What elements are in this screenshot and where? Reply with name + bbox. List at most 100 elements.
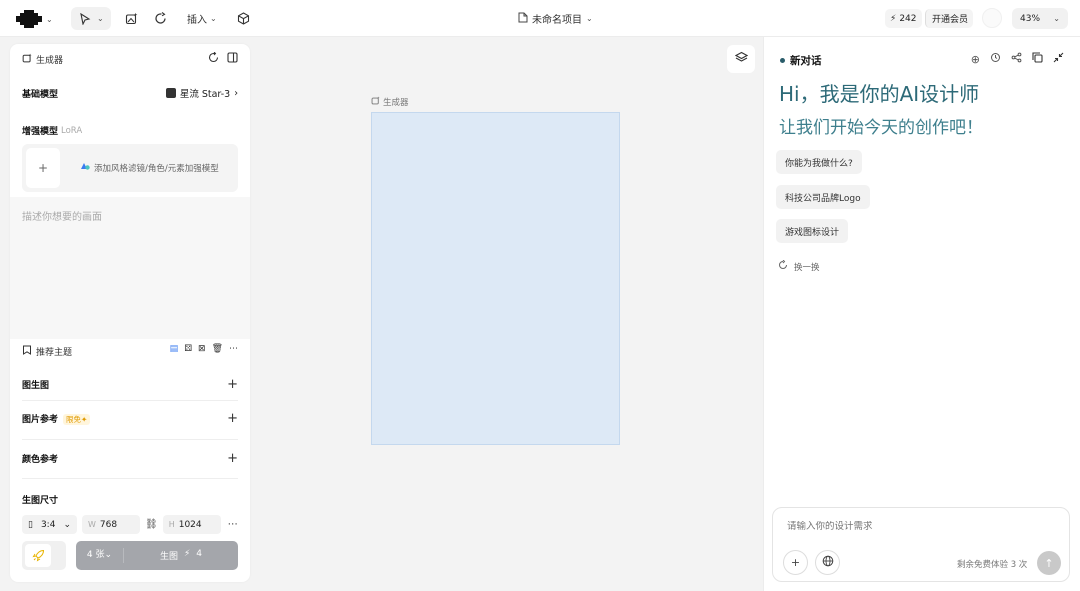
prompt-placeholder: 描述你想要的画面 [22,212,102,223]
collapse-panel-icon[interactable] [227,52,238,66]
divider [22,439,238,440]
prompt-input[interactable]: 描述你想要的画面 [10,197,250,339]
chevron-down-icon: ⌄ [586,14,593,23]
app-logo-menu[interactable]: ⌄ [16,9,53,29]
panel-title: 生成器 [22,53,63,66]
vip-label: 开通会员 [932,15,969,25]
width-label: W [88,520,96,529]
size-controls: ▯ 3:4 ⌄ W 768 ⛓ H 1024 ⋯ [22,515,238,534]
layers-button[interactable] [727,45,755,73]
prompt-tools: ▤ ⚄ ⊠ 🗑 ⋯ [170,344,238,354]
lora-add-text: 添加风格滤镜/角色/元素加强模型 [80,161,219,174]
plus-icon[interactable]: + [227,411,238,426]
theme-label: 推荐主题 [36,348,73,358]
project-title: 未命名项目 [532,15,582,26]
suggestion-chip[interactable]: 游戏图标设计 [776,219,849,243]
chevron-down-icon: ⌄ [46,14,53,24]
greeting-subtitle: 让我们开始今天的创作吧！ [779,118,983,138]
enhance-model-label-row: 增强模型 LoRA [22,124,83,138]
image-count-select[interactable]: 4 张⌄ [76,548,124,563]
frame-label: 生成器 [371,96,409,108]
3d-tool-button[interactable] [235,10,251,26]
panel-actions [208,51,238,66]
suggestion-chip[interactable]: 你能为我做什么? [776,150,862,174]
plus-icon[interactable]: + [227,451,238,466]
ratio-value: 3:4 [40,519,56,530]
chat-input-box: + 剩余免费体验 3 次 ↑ [772,507,1070,582]
image-reference-row[interactable]: 图片参考 限免✦ + [22,411,238,426]
base-model-selector[interactable]: 星流 Star-3 › [165,86,238,100]
plus-icon[interactable]: + [26,148,60,188]
chevron-right-icon: › [234,87,238,99]
panel-title-text: 生成器 [36,56,64,66]
chevron-down-icon: ⌄ [210,14,217,23]
model-logo-icon [165,88,176,98]
chevron-down-icon: ⌄ [63,519,71,530]
generator-frame[interactable] [371,112,620,445]
generate-row: 4 张⌄ 生图 ⚡ 4 [22,541,238,570]
suggestion-chip[interactable]: 科技公司品牌Logo [776,185,870,209]
reset-icon[interactable] [208,51,219,66]
chat-panel: 新对话 ⊕ Hi，我是你的AI设计师 让我们开始今天的创作吧！ 你能为我做什么?… [763,37,1080,591]
more-icon[interactable]: ⋯ [228,519,238,530]
chat-title-text: 新对话 [790,55,822,67]
height-field[interactable]: H 1024 [162,515,221,534]
trash-icon[interactable]: 🗑 [212,344,223,354]
refresh-label: 换一换 [794,262,820,273]
arrow-up-icon: ↑ [1044,556,1054,570]
free-tag: 限免✦ [63,414,91,425]
size-label: 生图尺寸 [22,496,59,506]
insert-menu[interactable]: 插入 ⌄ [187,11,217,26]
zoom-level: 43% [1020,13,1041,24]
generate-label: 生图 ⚡ 4 [159,549,203,562]
generate-cost: 4 [196,549,203,559]
project-title-menu[interactable]: 未命名项目 ⌄ [518,11,593,26]
image-sparkle-icon [22,53,32,66]
lightning-icon: ⚡ [183,549,191,559]
new-chat-icon[interactable]: ⊕ [971,53,980,66]
logo-icon [16,10,42,28]
turbo-toggle[interactable] [22,541,66,570]
link-icon[interactable]: ⛓ [145,519,158,530]
chat-actions: ⊕ [971,52,1064,66]
copy-icon[interactable] [1032,52,1043,66]
chat-input[interactable] [787,521,1057,532]
frame-label-text: 生成器 [383,98,409,108]
history-icon[interactable] [990,52,1001,66]
chevron-down-icon: ⌄ [1053,14,1060,23]
width-field[interactable]: W 768 [82,515,140,534]
more-icon[interactable]: ⋯ [229,344,238,354]
color-reference-row[interactable]: 颜色参考 + [22,451,238,466]
vip-button[interactable]: 开通会员 [925,9,974,28]
generate-button[interactable]: 4 张⌄ 生图 ⚡ 4 [76,541,238,570]
height-value: 1024 [178,519,202,530]
image-sparkle-icon [371,96,380,108]
lora-add-box[interactable]: + 添加风格滤镜/角色/元素加强模型 [22,144,238,192]
expand-icon[interactable]: ⊠ [198,344,206,354]
enhance-model-label: 增强模型 [22,127,59,137]
img2img-row[interactable]: 图生图 + [22,377,238,392]
bookmark-icon [22,345,32,358]
zoom-menu[interactable]: 43% ⌄ [1012,8,1068,29]
avatar[interactable] [982,8,1002,28]
plus-icon: + [790,556,801,569]
web-search-button[interactable] [815,550,840,575]
attach-button[interactable]: + [783,550,808,575]
select-tool-button[interactable]: ⌄ [71,7,111,30]
lora-tag: LoRA [61,125,83,136]
random-icon[interactable]: ⚄ [184,344,192,354]
generator-tool-button[interactable] [123,10,139,26]
globe-icon [822,555,834,570]
refresh-suggestions-button[interactable]: 换一换 [778,259,820,273]
image-reference-label: 图片参考 限免✦ [22,412,91,425]
recommended-theme-button[interactable]: 推荐主题 [22,345,72,358]
share-icon[interactable] [1011,52,1022,66]
aspect-ratio-select[interactable]: ▯ 3:4 ⌄ [22,515,77,534]
send-button[interactable]: ↑ [1037,551,1061,575]
collapse-icon[interactable] [1053,52,1064,66]
credits-badge[interactable]: ⚡ 242 [885,9,922,28]
prompt-template-icon[interactable]: ▤ [170,344,179,354]
base-model-label-row: 基础模型 [22,87,58,100]
plus-icon[interactable]: + [227,377,238,392]
redraw-tool-button[interactable] [152,10,168,26]
